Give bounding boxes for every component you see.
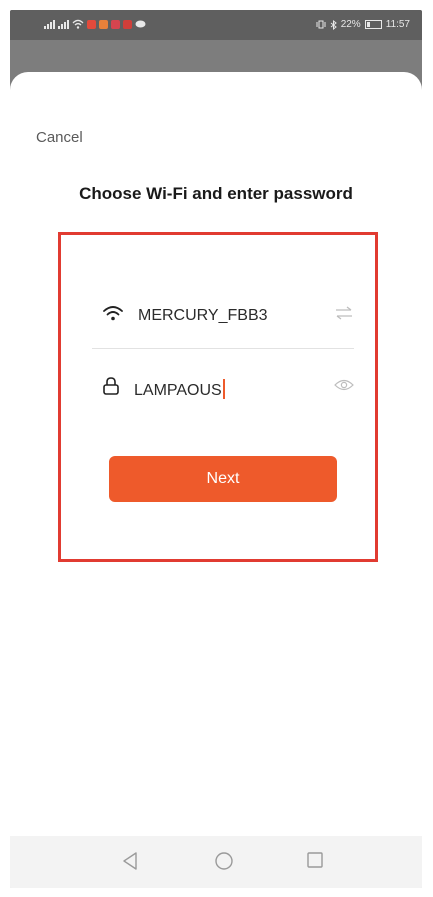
lock-icon bbox=[103, 377, 119, 395]
text-cursor bbox=[222, 379, 225, 399]
status-icons-left bbox=[44, 19, 146, 29]
wifi-icon bbox=[103, 306, 123, 321]
status-icons-right: 22% 11:57 bbox=[316, 19, 410, 30]
message-icon bbox=[135, 20, 146, 27]
wifi-network-row[interactable]: MERCURY_FBB3 bbox=[92, 300, 358, 330]
app-notification-icon bbox=[87, 19, 96, 29]
battery-icon bbox=[364, 20, 382, 29]
app-notification-icon bbox=[111, 19, 120, 29]
system-nav-bar bbox=[10, 836, 422, 888]
divider bbox=[92, 348, 354, 349]
password-value: LAMPAOUS bbox=[134, 382, 222, 399]
app-notification-icon bbox=[99, 19, 108, 29]
device-frame: 22% 11:57 Cancel Choose Wi-Fi and enter … bbox=[10, 10, 422, 888]
battery-percent: 22% bbox=[340, 19, 361, 30]
switch-network-icon[interactable] bbox=[334, 306, 354, 320]
page-title: Choose Wi-Fi and enter password bbox=[79, 184, 353, 203]
back-icon[interactable] bbox=[121, 851, 139, 871]
status-bar: 22% 11:57 bbox=[10, 10, 422, 40]
password-field[interactable]: LAMPAOUS bbox=[92, 372, 358, 402]
eye-icon[interactable] bbox=[334, 378, 354, 392]
home-icon[interactable] bbox=[214, 851, 234, 871]
cancel-button[interactable]: Cancel bbox=[36, 129, 83, 146]
next-button[interactable]: Next bbox=[109, 456, 337, 502]
app-notification-icon bbox=[123, 19, 132, 29]
signal-icon bbox=[58, 19, 69, 29]
signal-icon bbox=[44, 19, 55, 29]
bluetooth-icon bbox=[330, 19, 337, 30]
status-time: 11:57 bbox=[385, 19, 410, 30]
wifi-icon bbox=[72, 19, 84, 29]
wifi-ssid: MERCURY_FBB3 bbox=[138, 307, 268, 324]
recents-icon[interactable] bbox=[306, 851, 324, 869]
wifi-setup-sheet: Cancel Choose Wi-Fi and enter password M… bbox=[10, 72, 422, 888]
password-input[interactable]: LAMPAOUS bbox=[134, 379, 225, 400]
vibrate-icon bbox=[316, 20, 326, 29]
